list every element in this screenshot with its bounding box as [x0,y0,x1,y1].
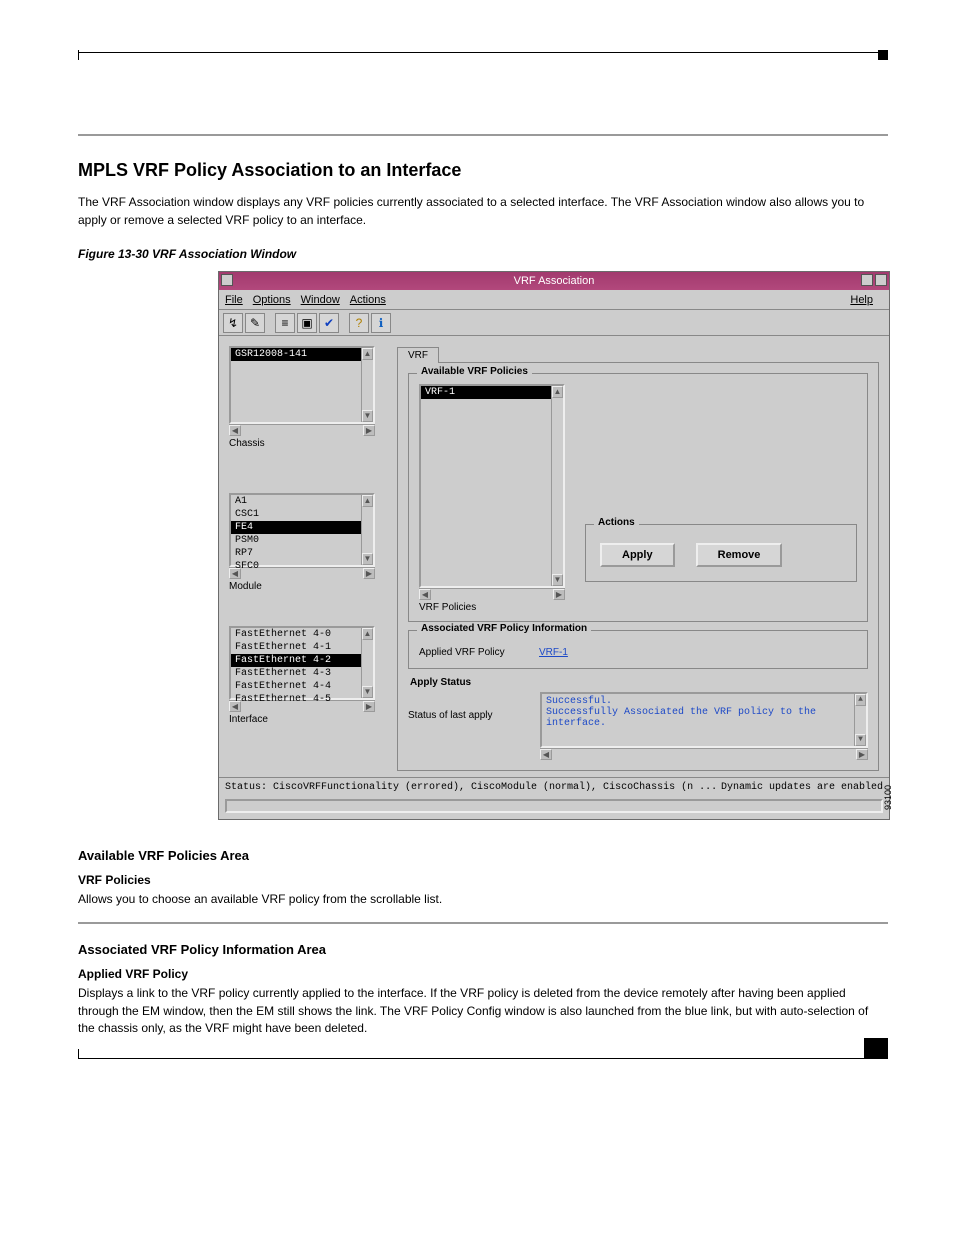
statusbar: Status: CiscoVRFFunctionality (errored),… [219,777,889,797]
menu-actions[interactable]: Actions [350,294,386,306]
list-item[interactable]: RP7 [231,547,361,560]
list-item[interactable]: PSM0 [231,534,361,547]
tab-vrf[interactable]: VRF [397,347,439,363]
status-textbox: Successful. Successfully Associated the … [540,692,868,748]
list-item[interactable]: FastEthernet 4-3 [231,667,361,680]
module-listbox[interactable]: A1 CSC1 FE4 PSM0 RP7 SFC0 ▲▼ [229,493,375,567]
figure-caption: Figure 13-30 VRF Association Window [78,247,888,261]
vrf-policies-listbox[interactable]: VRF-1 ▲▼ [419,384,565,588]
progress-slot [225,799,883,813]
chassis-label: Chassis [229,438,387,449]
applied-vrf-link[interactable]: VRF-1 [539,647,568,658]
available-vrf-group: Available VRF Policies VRF-1 ▲▼ [408,373,868,622]
maximize-icon[interactable] [875,274,887,286]
toolbar-help-icon[interactable]: ? [349,313,369,333]
menu-file[interactable]: File [225,294,243,306]
menu-help[interactable]: Help [850,294,873,306]
figure-id: 93100 [883,785,893,810]
scrollbar-vertical[interactable]: ▲▼ [361,628,373,698]
scrollbar-horizontal[interactable]: ◀▶ [229,424,375,436]
menu-window[interactable]: Window [301,294,340,306]
intro-paragraph: The VRF Association window displays any … [78,193,888,229]
list-item[interactable]: FastEthernet 4-5 [231,693,361,706]
menu-options[interactable]: Options [253,294,291,306]
toolbar-icon-2[interactable]: ✎ [245,313,265,333]
toolbar-icon-3[interactable]: ≡ [275,313,295,333]
chassis-listbox[interactable]: GSR12008-141 ▲▼ [229,346,375,424]
vrf-association-window: VRF Association File Options Window Acti… [218,271,890,820]
list-item[interactable]: FastEthernet 4-1 [231,641,361,654]
scrollbar-vertical[interactable]: ▲▼ [551,386,563,586]
remove-button[interactable]: Remove [696,543,783,567]
menubar: File Options Window Actions Help [219,290,889,310]
group-legend: Associated VRF Policy Information [417,623,591,634]
tab-panel: Available VRF Policies VRF-1 ▲▼ [397,362,879,771]
statusbar-right: Dynamic updates are enabled [721,782,883,793]
available-vrf-area-heading: Available VRF Policies Area [78,848,888,863]
minimize-icon[interactable] [861,274,873,286]
list-item[interactable]: SFC0 [231,560,361,573]
list-item[interactable]: FastEthernet 4-0 [231,628,361,641]
apply-button[interactable]: Apply [600,543,675,567]
interface-label: Interface [229,714,387,725]
field-label: Applied VRF Policy [78,967,888,981]
statusbar-left: Status: CiscoVRFFunctionality (errored),… [225,782,717,793]
scrollbar-vertical[interactable]: ▲▼ [361,495,373,565]
actions-group: Actions Apply Remove [585,524,857,582]
associated-vrf-area-heading: Associated VRF Policy Information Area [78,942,888,957]
scrollbar-vertical[interactable]: ▲▼ [361,348,373,422]
field-label: VRF Policies [78,873,888,887]
toolbar-info-icon[interactable]: ℹ [371,313,391,333]
toolbar-icon-5[interactable]: ✔ [319,313,339,333]
toolbar-icon-4[interactable]: ▣ [297,313,317,333]
group-legend: Available VRF Policies [417,366,532,377]
toolbar-icon-1[interactable]: ↯ [223,313,243,333]
applied-vrf-label: Applied VRF Policy [419,647,539,658]
window-titlebar[interactable]: VRF Association [219,272,889,290]
list-item[interactable]: A1 [231,495,361,508]
status-line: Successful. [546,696,852,707]
apply-status-heading: Apply Status [410,677,868,688]
scrollbar-horizontal[interactable]: ◀▶ [419,588,565,600]
list-item[interactable]: FastEthernet 4-4 [231,680,361,693]
list-item[interactable]: GSR12008-141 [231,348,361,361]
field-desc: Allows you to choose an available VRF po… [78,891,888,908]
scrollbar-horizontal[interactable]: ◀▶ [540,748,868,760]
status-line: Successfully Associated the VRF policy t… [546,707,852,729]
toolbar: ↯ ✎ ≡ ▣ ✔ ? ℹ [219,310,889,336]
list-item[interactable]: FastEthernet 4-2 [231,654,361,667]
section-heading: MPLS VRF Policy Association to an Interf… [78,160,888,181]
list-item[interactable]: CSC1 [231,508,361,521]
list-item[interactable]: FE4 [231,521,361,534]
scrollbar-vertical[interactable]: ▲▼ [854,694,866,746]
list-item[interactable]: VRF-1 [421,386,551,399]
field-desc: Displays a link to the VRF policy curren… [78,985,888,1037]
interface-listbox[interactable]: FastEthernet 4-0 FastEthernet 4-1 FastEt… [229,626,375,700]
vrf-policies-label: VRF Policies [419,602,565,613]
module-label: Module [229,581,387,592]
sysmenu-icon[interactable] [221,274,233,286]
group-legend: Actions [594,517,639,528]
associated-vrf-group: Associated VRF Policy Information Applie… [408,630,868,669]
window-title: VRF Association [514,275,595,287]
status-last-apply-label: Status of last apply [408,692,528,721]
